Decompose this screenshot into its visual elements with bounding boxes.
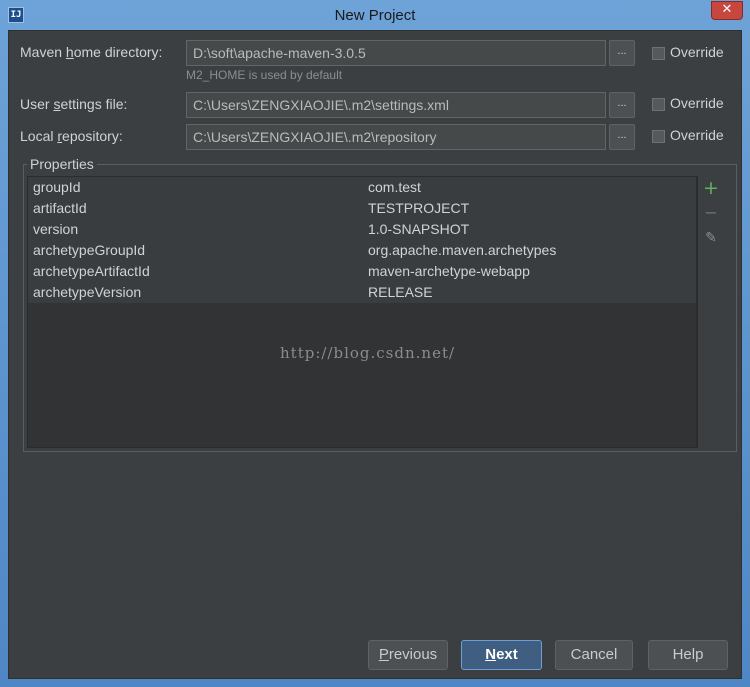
property-value: RELEASE <box>368 284 433 300</box>
title-bar[interactable]: IJ New Project ✕ <box>0 0 750 30</box>
properties-title: Properties <box>27 156 97 172</box>
maven-home-field[interactable]: D:\soft\apache-maven-3.0.5 <box>186 40 606 66</box>
table-row[interactable]: archetypeGroupId org.apache.maven.archety… <box>28 240 696 261</box>
watermark-text: http://blog.csdn.net/ <box>280 344 456 362</box>
maven-home-override-label: Override <box>670 44 724 60</box>
cancel-button[interactable]: Cancel <box>555 640 633 670</box>
table-row[interactable]: archetypeVersion RELEASE <box>28 282 696 303</box>
maven-home-label: Maven home directory: <box>20 44 163 60</box>
help-button[interactable]: Help <box>648 640 728 670</box>
user-settings-browse-button[interactable]: ... <box>609 92 635 118</box>
maven-home-hint: M2_HOME is used by default <box>186 68 343 82</box>
property-key: groupId <box>33 179 81 195</box>
local-repository-override-checkbox[interactable] <box>652 130 665 143</box>
local-repository-field[interactable]: C:\Users\ZENGXIAOJIE\.m2\repository <box>186 124 606 150</box>
table-row[interactable]: archetypeArtifactId maven-archetype-webap… <box>28 261 696 282</box>
user-settings-label: User settings file: <box>20 96 128 112</box>
table-row[interactable]: artifactId TESTPROJECT <box>28 198 696 219</box>
table-row[interactable]: version 1.0-SNAPSHOT <box>28 219 696 240</box>
dialog-content: Maven home directory: D:\soft\apache-mav… <box>8 30 742 679</box>
property-value: TESTPROJECT <box>368 200 470 216</box>
property-value: com.test <box>368 179 421 195</box>
close-window-button[interactable]: ✕ <box>711 1 743 20</box>
property-key: archetypeArtifactId <box>33 263 150 279</box>
table-row[interactable]: groupId com.test <box>28 177 696 198</box>
user-settings-override-checkbox[interactable] <box>652 98 665 111</box>
previous-button[interactable]: Previous <box>368 640 448 670</box>
property-value: 1.0-SNAPSHOT <box>368 221 470 237</box>
property-key: archetypeVersion <box>33 284 142 300</box>
maven-home-browse-button[interactable]: ... <box>609 40 635 66</box>
properties-toolbar: + − ✎ <box>697 176 723 448</box>
edit-property-icon[interactable]: ✎ <box>702 229 720 247</box>
next-button[interactable]: Next <box>461 640 542 670</box>
properties-table[interactable]: groupId com.test artifactId TESTPROJECT ve… <box>27 176 697 448</box>
property-key: version <box>33 221 79 237</box>
maven-home-override-checkbox[interactable] <box>652 47 665 60</box>
property-key: archetypeGroupId <box>33 242 146 258</box>
user-settings-field[interactable]: C:\Users\ZENGXIAOJIE\.m2\settings.xml <box>186 92 606 118</box>
user-settings-override-label: Override <box>670 95 724 111</box>
property-key: artifactId <box>33 200 87 216</box>
add-property-icon[interactable]: + <box>702 179 720 198</box>
local-repository-override-label: Override <box>670 127 724 143</box>
local-repository-browse-button[interactable]: ... <box>609 124 635 150</box>
property-value: maven-archetype-webapp <box>368 263 530 279</box>
property-value: org.apache.maven.archetypes <box>368 242 557 258</box>
new-project-window: IJ New Project ✕ Maven home directory: D… <box>0 0 750 687</box>
local-repository-label: Local repository: <box>20 128 123 144</box>
remove-property-icon[interactable]: − <box>702 204 720 222</box>
window-title: New Project <box>334 7 416 24</box>
